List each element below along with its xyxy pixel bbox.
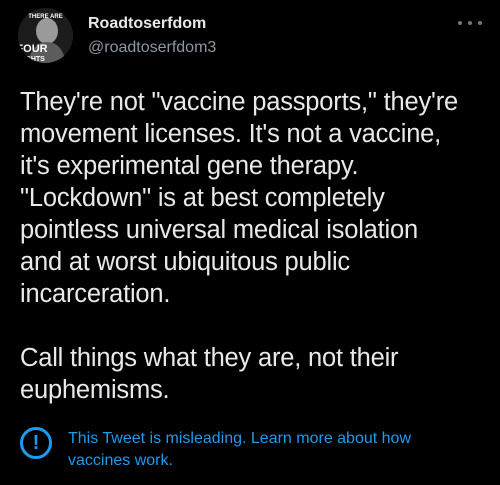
avatar-caption-bottom: LIGHTS bbox=[19, 56, 45, 63]
tweet: THERE ARE FOUR LIGHTS Roadtoserfdom @roa… bbox=[0, 0, 500, 485]
more-options-icon[interactable] bbox=[458, 16, 482, 30]
avatar-caption-top: THERE ARE bbox=[28, 14, 62, 20]
exclamation-circle-icon: ! bbox=[20, 427, 52, 459]
more-dot bbox=[478, 21, 482, 25]
author-names: Roadtoserfdom @roadtoserfdom3 bbox=[88, 14, 216, 59]
misleading-notice[interactable]: ! This Tweet is misleading. Learn more a… bbox=[20, 426, 480, 476]
tweet-text: They're not "vaccine passports," they're… bbox=[20, 86, 490, 406]
display-name[interactable]: Roadtoserfdom bbox=[88, 14, 216, 34]
tweet-paragraph-2: Call things what they are, not their eup… bbox=[20, 344, 399, 404]
avatar-image: THERE ARE FOUR LIGHTS bbox=[18, 8, 73, 63]
more-dot bbox=[458, 21, 462, 25]
notice-link[interactable]: This Tweet is misleading. Learn more abo… bbox=[68, 428, 468, 472]
tweet-header: THERE ARE FOUR LIGHTS Roadtoserfdom @roa… bbox=[18, 8, 482, 70]
avatar[interactable]: THERE ARE FOUR LIGHTS bbox=[18, 8, 73, 63]
user-handle[interactable]: @roadtoserfdom3 bbox=[88, 37, 216, 59]
avatar-caption-mid: FOUR bbox=[18, 43, 48, 55]
more-dot bbox=[468, 21, 472, 25]
tweet-paragraph-1: They're not "vaccine passports," they're… bbox=[20, 88, 458, 308]
